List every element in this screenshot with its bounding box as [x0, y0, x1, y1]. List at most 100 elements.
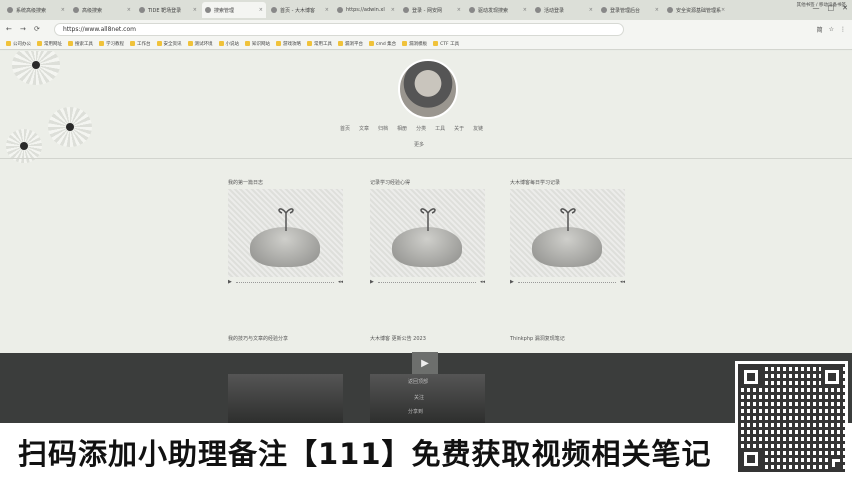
- play-icon[interactable]: ▶: [510, 279, 514, 285]
- post-thumbnail[interactable]: [510, 189, 625, 277]
- post-thumbnail-dark[interactable]: [228, 374, 343, 424]
- post-caption[interactable]: 我的技巧与文章的经验分享: [228, 335, 288, 342]
- bookmark-label: 测试环境: [194, 41, 213, 47]
- tab-close-icon[interactable]: ×: [61, 7, 65, 13]
- volume-icon[interactable]: ◂◂: [480, 279, 485, 285]
- share-link[interactable]: 分享到: [408, 408, 423, 415]
- bookmark-item[interactable]: 安全资讯: [156, 41, 182, 47]
- back-to-top-link[interactable]: 返回顶部: [408, 378, 428, 385]
- play-icon[interactable]: ▶: [370, 279, 374, 285]
- video-play-button[interactable]: ▶: [412, 352, 438, 374]
- bookmark-item[interactable]: 知识网站: [245, 41, 270, 47]
- volume-icon[interactable]: ◂◂: [338, 279, 343, 285]
- tab-close-icon[interactable]: ×: [721, 7, 725, 13]
- reader-mode-icon[interactable]: 简: [817, 25, 823, 34]
- tab-close-icon[interactable]: ×: [193, 7, 197, 13]
- browser-tab[interactable]: 首页 - 大木博客 ×: [268, 2, 332, 18]
- nav-tools[interactable]: 工具: [435, 125, 445, 132]
- audio-player[interactable]: ▶ ◂◂: [370, 277, 485, 287]
- browser-tab[interactable]: 活动登录 ×: [532, 2, 596, 18]
- tab-close-icon[interactable]: ×: [127, 7, 131, 13]
- bookmark-label: 常用工具: [314, 41, 332, 47]
- folder-icon: [307, 41, 312, 46]
- post-card[interactable]: 大木博客每日学习记录 ▶ ◂◂: [510, 179, 625, 287]
- tab-close-icon[interactable]: ×: [589, 7, 593, 13]
- browser-tab[interactable]: 系统高级搜索 ×: [4, 2, 68, 18]
- bookmark-item[interactable]: 搜索工具: [68, 41, 93, 47]
- audio-player[interactable]: ▶ ◂◂: [510, 277, 625, 287]
- volume-icon[interactable]: ◂◂: [620, 279, 625, 285]
- post-thumbnail[interactable]: [228, 189, 343, 277]
- tab-bar: 系统高级搜索 × 高级搜索 × TIDE 靶场登录 × 搜索管理 × 首页 - 大木博客 × htt…: [0, 0, 852, 20]
- bookmark-item[interactable]: 游戏攻略: [276, 41, 301, 47]
- bookmark-item[interactable]: 学习教程: [99, 41, 124, 47]
- folder-icon: [433, 41, 439, 46]
- more-link[interactable]: 更多: [414, 141, 424, 148]
- nav-archive[interactable]: 归档: [378, 125, 388, 132]
- tab-close-icon[interactable]: ×: [259, 7, 263, 13]
- tab-close-icon[interactable]: ×: [523, 7, 527, 13]
- browser-tab[interactable]: TIDE 靶场登录 ×: [136, 2, 200, 18]
- bookmark-item[interactable]: 常用工具: [307, 41, 332, 47]
- tab-close-icon[interactable]: ×: [325, 7, 329, 13]
- progress-bar[interactable]: [377, 281, 476, 283]
- post-title[interactable]: 大木博客每日学习记录: [510, 179, 625, 189]
- bookmark-item[interactable]: 漏洞平台: [338, 41, 363, 47]
- bookmark-label: cmd 集合: [376, 41, 397, 47]
- play-icon: ▶: [421, 357, 429, 369]
- browser-tab[interactable]: 登录管理后台 ×: [598, 2, 662, 18]
- post-card[interactable]: 记录学习经验心得 ▶ ◂◂: [370, 179, 485, 287]
- post-card[interactable]: 我的第一篇日志 ▶ ◂◂: [228, 179, 343, 287]
- tab-label: 驱动发现搜索: [478, 7, 509, 14]
- folder-icon: [37, 41, 42, 46]
- play-icon[interactable]: ▶: [228, 279, 232, 285]
- url-field[interactable]: https://www.all8net.com: [54, 22, 624, 36]
- nav-about[interactable]: 关于: [454, 125, 464, 132]
- post-thumbnail[interactable]: [370, 189, 485, 277]
- menu-icon[interactable]: ⋮: [840, 26, 846, 33]
- bookmark-item[interactable]: 公司办公: [6, 41, 31, 47]
- bookmark-item[interactable]: 常用网址: [37, 41, 62, 47]
- nav-links[interactable]: 友链: [473, 125, 483, 132]
- bookmark-item[interactable]: CTF 工具: [433, 41, 459, 47]
- folder-icon: [6, 41, 11, 46]
- avatar[interactable]: [398, 59, 458, 119]
- progress-bar[interactable]: [235, 281, 334, 283]
- nav-album[interactable]: 相册: [397, 125, 407, 132]
- forward-icon[interactable]: →: [20, 25, 30, 33]
- nav-articles[interactable]: 文章: [359, 125, 369, 132]
- back-icon[interactable]: ←: [6, 25, 16, 33]
- tab-label: 登录管理后台: [610, 7, 641, 14]
- follow-link[interactable]: 关注: [414, 394, 424, 401]
- address-bar: ← → ⟳ https://www.all8net.com 简 ☆ ⋮: [0, 20, 852, 38]
- bookmark-star-icon[interactable]: ☆: [829, 26, 834, 33]
- post-title[interactable]: 记录学习经验心得: [370, 179, 485, 189]
- reload-icon[interactable]: ⟳: [34, 25, 44, 33]
- bookmark-label: CTF 工具: [440, 41, 460, 47]
- browser-tab[interactable]: 搜索管理 ×: [202, 2, 266, 18]
- post-caption[interactable]: 大木博客 更新公告 2023: [370, 335, 426, 342]
- browser-tab[interactable]: 高级搜索 ×: [70, 2, 134, 18]
- browser-tab[interactable]: https://adwin.xl ×: [334, 2, 398, 18]
- post-caption[interactable]: Thinkphp 漏洞复现笔记: [510, 335, 565, 342]
- bookmark-item[interactable]: cmd 集合: [369, 41, 396, 47]
- bookmark-item[interactable]: 工作台: [130, 41, 151, 47]
- progress-bar[interactable]: [517, 281, 616, 283]
- nav-home[interactable]: 首页: [340, 125, 350, 132]
- browser-tab[interactable]: 驱动发现搜索 ×: [466, 2, 530, 18]
- blog-page: 首页 文章 归档 相册 分类 工具 关于 友链 更多 我的第一篇日志 ▶ ◂◂ 记…: [0, 51, 852, 353]
- favicon-icon: [601, 7, 607, 13]
- bookmark-item[interactable]: 测试环境: [187, 41, 213, 47]
- tab-close-icon[interactable]: ×: [457, 7, 461, 13]
- audio-player[interactable]: ▶ ◂◂: [228, 277, 343, 287]
- favicon-icon: [139, 7, 145, 13]
- nav-categories[interactable]: 分类: [416, 125, 426, 132]
- bookmark-item[interactable]: 小说站: [218, 41, 239, 47]
- other-bookmarks[interactable]: 其他书签 / 移动设备书签: [797, 2, 846, 8]
- post-title[interactable]: 我的第一篇日志: [228, 179, 343, 189]
- bookmark-item[interactable]: 漏洞模板: [402, 41, 427, 47]
- browser-tab[interactable]: 登录 - 网安网 ×: [400, 2, 464, 18]
- tab-close-icon[interactable]: ×: [391, 7, 395, 13]
- tab-close-icon[interactable]: ×: [655, 7, 659, 13]
- browser-tab[interactable]: 安全资源基础管理系 ×: [664, 2, 728, 18]
